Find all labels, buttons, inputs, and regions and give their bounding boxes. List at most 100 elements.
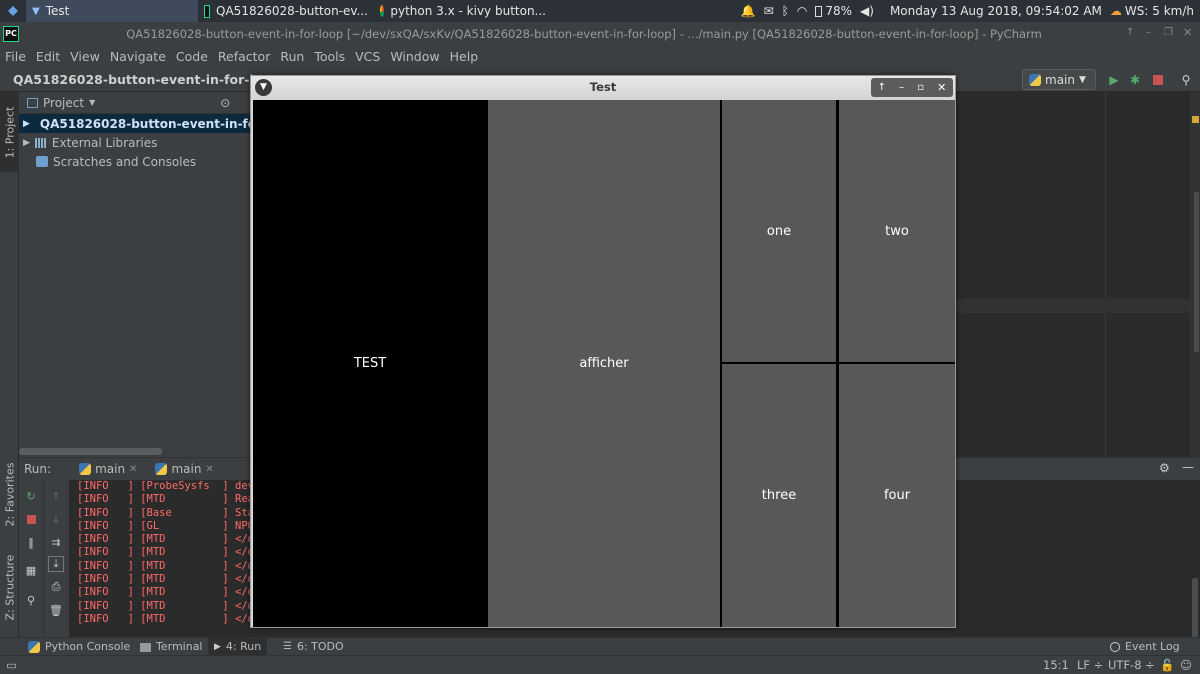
battery-indicator[interactable]: 78%	[815, 4, 852, 18]
window-up-icon[interactable]: ↑	[878, 82, 886, 93]
run-icon[interactable]: ▶	[1106, 72, 1122, 88]
two-button[interactable]: two	[839, 100, 955, 362]
menu-refactor[interactable]: Refactor	[213, 46, 275, 68]
target-icon[interactable]: ⊙	[220, 96, 230, 110]
tab-terminal[interactable]: Terminal	[140, 638, 203, 656]
down-arrow-icon[interactable]: ↓	[48, 511, 64, 527]
window-close-icon[interactable]: ✕	[1183, 26, 1192, 39]
app-menu-icon[interactable]	[0, 0, 26, 22]
weather-icon: ☁	[1109, 4, 1122, 18]
debug-icon[interactable]: ✱	[1127, 72, 1143, 88]
task-kivy-test[interactable]: ▼ Test	[26, 0, 198, 22]
settings-gear-icon[interactable]: ⚙	[1159, 461, 1170, 475]
menu-help[interactable]: Help	[445, 46, 484, 68]
stop-icon[interactable]	[23, 511, 39, 527]
bottom-tool-tabs: Python Console Terminal ▶ 4: Run ☰ 6: TO…	[0, 637, 1200, 656]
close-tab-icon[interactable]: ✕	[205, 464, 213, 475]
tab-run[interactable]: ▶ 4: Run	[208, 638, 268, 656]
caret-position[interactable]: 15:1	[1043, 656, 1069, 674]
project-view-select[interactable]: Project	[43, 96, 84, 110]
tree-item-external-libraries[interactable]: ▶ External Libraries	[19, 133, 250, 152]
search-everywhere-icon[interactable]: ⚲	[1178, 72, 1194, 88]
window-up-icon[interactable]: ↑	[1126, 27, 1134, 38]
log-line: [INFO ] [MTD ] </d	[77, 573, 255, 586]
chevron-down-icon[interactable]: ▼	[89, 98, 95, 107]
volume-icon[interactable]: ◀)	[860, 4, 874, 18]
todo-list-icon: ☰	[283, 641, 292, 652]
menu-navigate[interactable]: Navigate	[105, 46, 171, 68]
menu-run[interactable]: Run	[275, 46, 309, 68]
tab-structure[interactable]: Z: Structure	[0, 547, 19, 627]
close-tab-icon[interactable]: ✕	[129, 464, 137, 475]
print-icon[interactable]: ⎙	[48, 579, 64, 595]
menu-vcs[interactable]: VCS	[350, 46, 385, 68]
menu-tools[interactable]: Tools	[309, 46, 350, 68]
task-pycharm[interactable]: QA51826028-button-ev...	[198, 0, 374, 22]
line-separator-select[interactable]: LF ÷	[1077, 656, 1103, 674]
warning-marker-icon[interactable]	[1192, 116, 1199, 123]
trash-icon[interactable]: 🗑	[48, 602, 64, 618]
tree-item-project-root[interactable]: ▶ QA51826028-button-event-in-for-loop	[19, 114, 296, 133]
bluetooth-icon[interactable]: ᛒ	[782, 4, 789, 18]
wifi-icon[interactable]: ◠	[797, 4, 807, 18]
event-log-button[interactable]: Event Log	[1110, 638, 1180, 656]
test-button[interactable]: TEST	[253, 100, 487, 627]
python-icon	[155, 463, 168, 475]
hide-panel-icon[interactable]: —	[1182, 460, 1194, 474]
window-restore-icon[interactable]: ❐	[1164, 27, 1173, 38]
menu-code[interactable]: Code	[171, 46, 213, 68]
scroll-to-end-icon[interactable]: ⤓	[48, 556, 64, 572]
horizontal-scrollbar[interactable]	[19, 448, 162, 455]
run-config-select[interactable]: main ▼	[1022, 69, 1096, 90]
run-console-output[interactable]: [INFO ] [ProbeSysfs ] dev [INFO ] [MTD ]…	[77, 480, 257, 638]
menu-view[interactable]: View	[65, 46, 105, 68]
weather-widget[interactable]: ☁ WS: 5 km/h	[1110, 4, 1194, 18]
tab-todo[interactable]: ☰ 6: TODO	[283, 638, 344, 656]
menu-window[interactable]: Window	[385, 46, 444, 68]
datetime[interactable]: Monday 13 Aug 2018, 09:54:02 AM	[890, 4, 1102, 18]
window-minimize-icon[interactable]: –	[1146, 27, 1151, 38]
tab-project[interactable]: 1: Project	[0, 92, 19, 172]
run-label: Run:	[24, 462, 52, 476]
window-close-icon[interactable]: ✕	[937, 81, 946, 94]
soft-wrap-icon[interactable]: ⇉	[48, 534, 64, 550]
mail-icon[interactable]: ✉	[764, 4, 774, 18]
vertical-scrollbar[interactable]	[1194, 192, 1199, 352]
kivy-window-title: Test	[589, 80, 617, 94]
three-button[interactable]: three	[722, 364, 836, 627]
task-chrome[interactable]: python 3.x - kivy button...	[374, 0, 552, 22]
scratches-icon	[36, 156, 48, 167]
run-tab-main-1[interactable]: main ✕	[79, 462, 137, 476]
inspector-icon[interactable]: ☺	[1180, 656, 1192, 674]
rerun-icon[interactable]: ↻	[23, 488, 39, 504]
console-scrollbar[interactable]	[1192, 578, 1198, 638]
menu-file[interactable]: File	[0, 46, 31, 68]
menu-edit[interactable]: Edit	[31, 46, 65, 68]
system-tray: 🔔 ✉ ᛒ ◠ 78% ◀) Monday 13 Aug 2018, 09:54…	[741, 0, 1200, 22]
afficher-button[interactable]: afficher	[488, 100, 720, 627]
pause-icon[interactable]: ‖	[23, 534, 39, 550]
up-arrow-icon[interactable]: ↑	[48, 488, 64, 504]
window-minimize-icon[interactable]: –	[899, 82, 904, 93]
breadcrumb[interactable]: QA51826028-button-event-in-for-loop	[8, 68, 258, 92]
menubar: File Edit View Navigate Code Refactor Ru…	[0, 46, 1200, 68]
tree-item-scratches[interactable]: Scratches and Consoles	[19, 152, 250, 171]
one-button[interactable]: one	[722, 100, 836, 362]
tab-python-console[interactable]: Python Console	[28, 638, 130, 656]
window-maximize-icon[interactable]: ▫	[917, 82, 924, 93]
kivy-title-bar[interactable]: ▼ Test ↑ – ▫ ✕	[251, 76, 955, 99]
pin-icon[interactable]: ⚲	[23, 592, 39, 608]
lock-icon[interactable]: 🔓	[1160, 656, 1174, 674]
toggle-tool-buttons-icon[interactable]: ▭	[6, 656, 17, 674]
project-pane: Project ▼ ⊙ ▶ QA51826028-button-event-in…	[19, 92, 296, 457]
layout-icon[interactable]: ▦	[23, 562, 39, 578]
tab-favorites[interactable]: 2: Favorites	[0, 454, 19, 534]
stop-icon[interactable]	[1150, 72, 1166, 88]
notification-bell-icon[interactable]: 🔔	[741, 4, 756, 18]
encoding-select[interactable]: UTF-8 ÷	[1108, 656, 1155, 674]
four-button[interactable]: four	[839, 364, 955, 627]
run-tab-main-2[interactable]: main ✕	[155, 462, 214, 476]
error-stripe[interactable]	[1190, 92, 1200, 457]
kivy-content: TEST afficher one two three four	[253, 100, 955, 627]
kivy-icon: ▼	[32, 5, 40, 17]
